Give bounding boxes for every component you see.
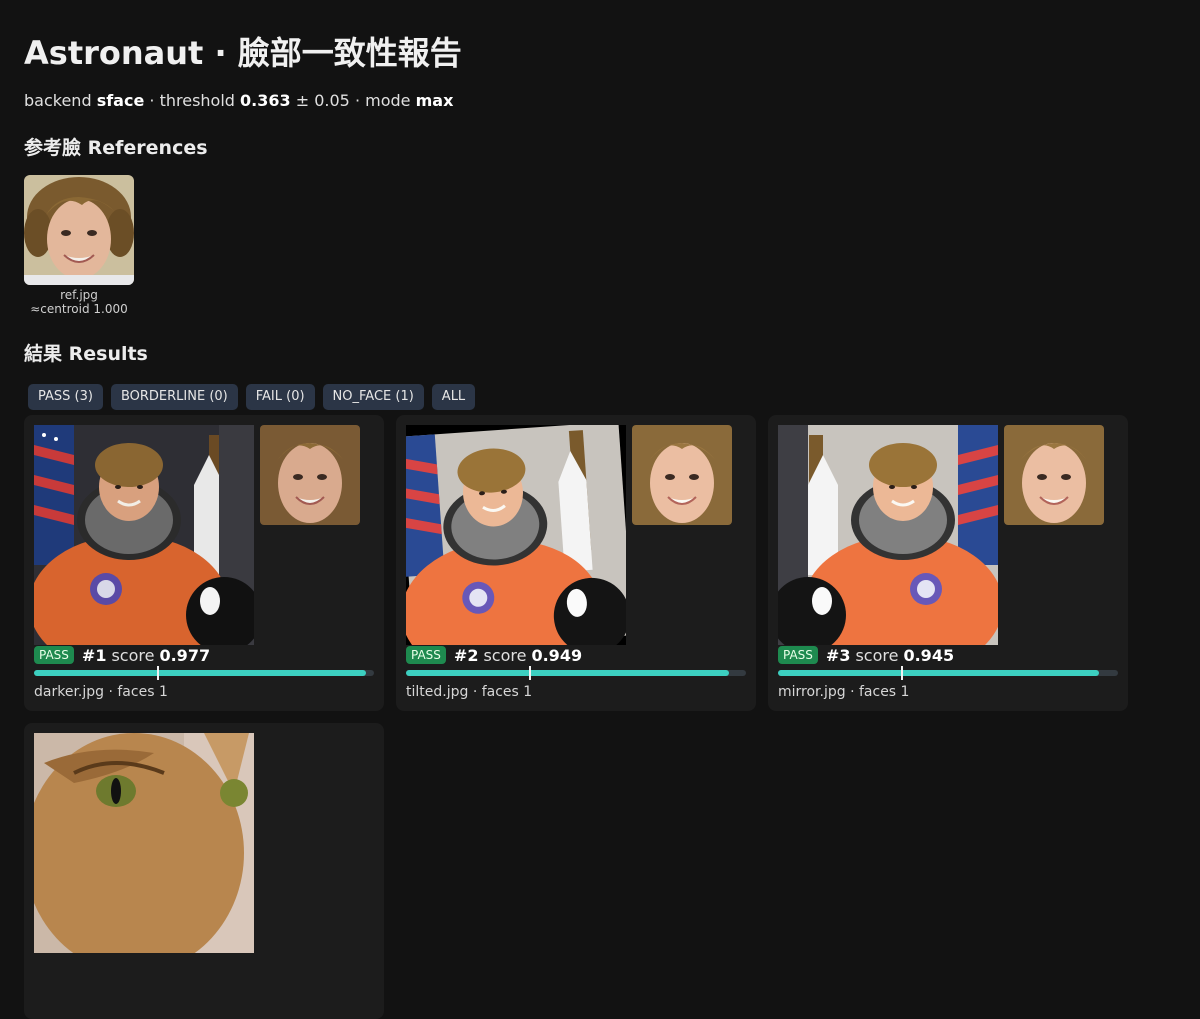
result-info: darker.jpg · faces 1 [34, 684, 168, 700]
face-crop-image [632, 425, 732, 525]
result-photo[interactable] [406, 425, 626, 645]
result-card-no-face [24, 723, 384, 1019]
result-rank: #3 [825, 645, 851, 665]
result-info: tilted.jpg · faces 1 [406, 684, 533, 700]
threshold-value: 0.363 [240, 91, 291, 110]
filter-no-face-button[interactable]: NO_FACE (1) [322, 384, 424, 410]
status-badge: PASS [778, 646, 818, 664]
score-value: 0.945 [903, 645, 955, 665]
result-photo[interactable] [778, 425, 998, 645]
score-bar [34, 666, 374, 680]
score-value: 0.949 [531, 645, 583, 665]
reference-face-image [24, 175, 134, 285]
filter-all-button[interactable]: ALL [431, 384, 476, 410]
reference-similarity: ≈centroid 1.000 [30, 302, 128, 316]
result-info: mirror.jpg · faces 1 [778, 684, 910, 700]
result-card: PASS #3 score 0.945 mirror.jpg · faces 1 [768, 415, 1128, 711]
report-meta: backend sface · threshold 0.363 ± 0.05 ·… [24, 91, 453, 110]
face-crop-image [1004, 425, 1104, 525]
detected-face-crop[interactable] [1004, 425, 1104, 525]
score-bar-fill [406, 670, 729, 676]
score-label: score [111, 645, 155, 665]
face-crop-image [260, 425, 360, 525]
filter-pass-button[interactable]: PASS (3) [28, 384, 103, 410]
reference-filename: ref.jpg [60, 288, 98, 302]
threshold-marker [157, 666, 160, 680]
backend-value: sface [96, 91, 145, 110]
references-title: 参考臉 References [24, 137, 208, 159]
status-badge: PASS [34, 646, 74, 664]
astronaut-photo-tilted [406, 425, 626, 645]
results-title: 結果 Results [24, 343, 148, 365]
score-label: score [483, 645, 527, 665]
filter-fail-button[interactable]: FAIL (0) [245, 384, 315, 410]
result-rank: #2 [453, 645, 479, 665]
score-label: score [855, 645, 899, 665]
result-photo[interactable] [34, 425, 254, 645]
detected-face-crop[interactable] [260, 425, 360, 525]
threshold-marker [529, 666, 532, 680]
backend-label: backend [24, 91, 92, 110]
threshold-tolerance: ± 0.05 [295, 91, 350, 110]
result-rank: #1 [81, 645, 107, 665]
result-status-row: PASS #1 score 0.977 [34, 644, 210, 666]
score-bar [406, 666, 746, 680]
reference-face-thumbnail[interactable] [24, 175, 134, 285]
astronaut-photo-darker [34, 425, 254, 645]
result-status-row: PASS #2 score 0.949 [406, 644, 582, 666]
cat-photo [34, 733, 254, 953]
detected-face-crop[interactable] [632, 425, 732, 525]
result-filter-bar: PASS (3) BORDERLINE (0) FAIL (0) NO_FACE… [28, 384, 476, 410]
filter-borderline-button[interactable]: BORDERLINE (0) [110, 384, 238, 410]
score-value: 0.977 [159, 645, 211, 665]
mode-value: max [415, 91, 454, 110]
page-title: Astronaut · 臉部一致性報告 [24, 34, 462, 72]
threshold-label: · threshold [149, 91, 235, 110]
mode-label: · mode [354, 91, 411, 110]
astronaut-photo-mirror [778, 425, 998, 645]
result-card: PASS #2 score 0.949 tilted.jpg · faces 1 [396, 415, 756, 711]
reference-caption: ref.jpg ≈centroid 1.000 [24, 288, 134, 316]
result-status-row: PASS #3 score 0.945 [778, 644, 954, 666]
status-badge: PASS [406, 646, 446, 664]
threshold-marker [901, 666, 904, 680]
score-bar-fill [34, 670, 367, 676]
score-bar-fill [778, 670, 1100, 676]
score-bar [778, 666, 1118, 680]
result-card: PASS #1 score 0.977 darker.jpg · faces 1 [24, 415, 384, 711]
result-photo[interactable] [34, 733, 254, 953]
